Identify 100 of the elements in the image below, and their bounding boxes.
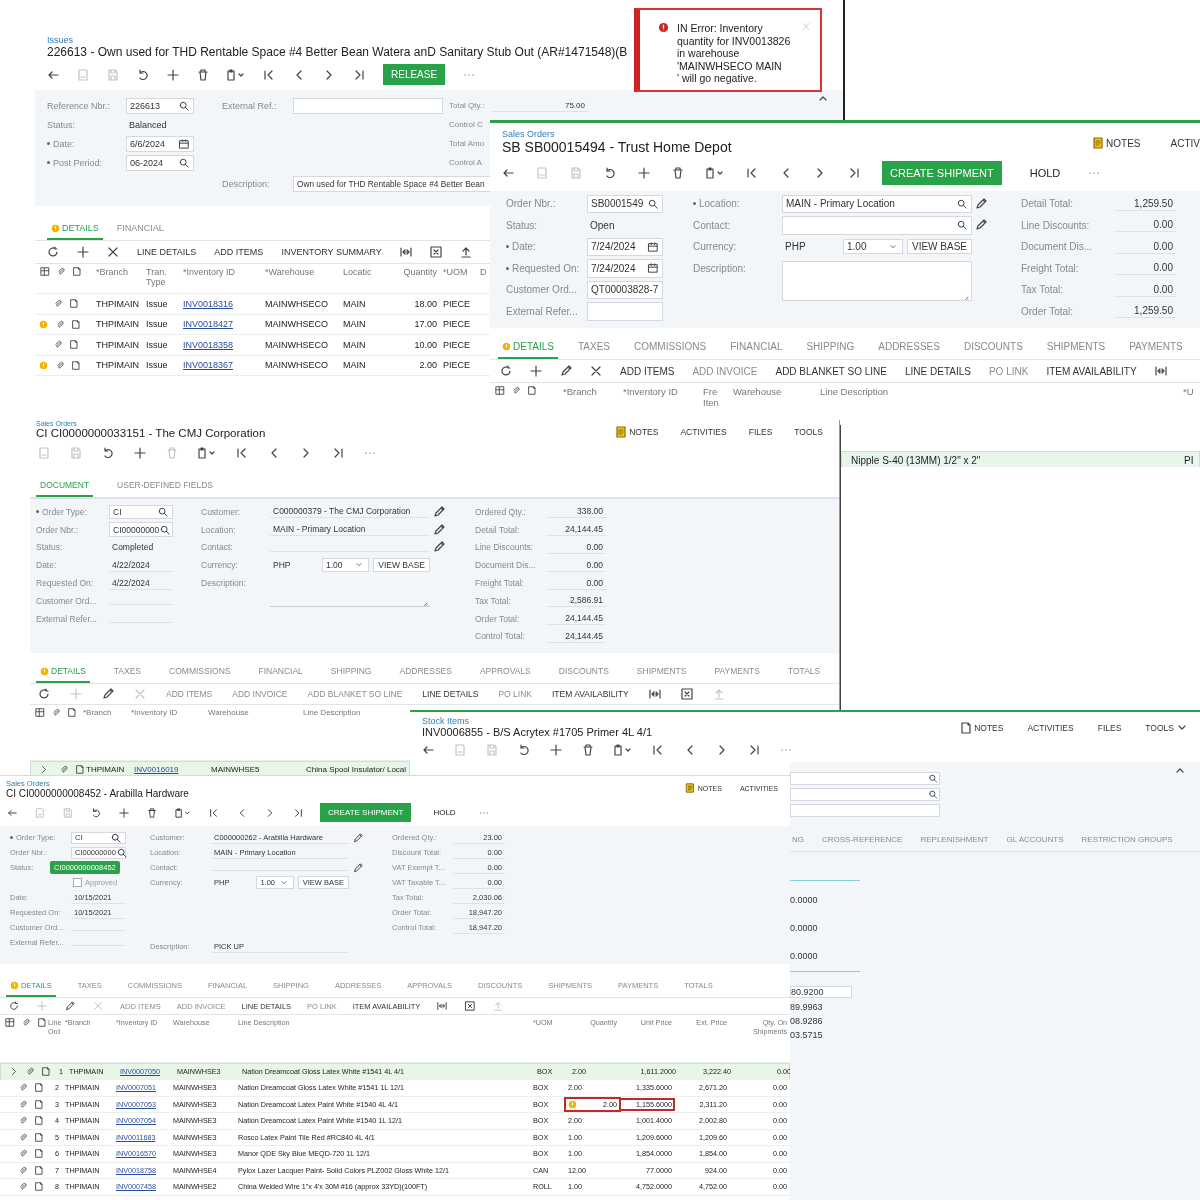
- note-icon[interactable]: [33, 1182, 45, 1192]
- attachment-icon[interactable]: [54, 360, 66, 370]
- search-icon[interactable]: [956, 220, 968, 231]
- breadcrumb-link[interactable]: Stock Items: [422, 716, 653, 726]
- search-icon[interactable]: [956, 198, 968, 209]
- action-button[interactable]: HOLD: [427, 804, 462, 821]
- clipboard-icon[interactable]: [174, 807, 192, 818]
- tab[interactable]: GL ACCOUNTS: [1004, 832, 1066, 851]
- search-icon[interactable]: [110, 832, 122, 843]
- delete-icon[interactable]: [672, 167, 684, 179]
- undo-icon[interactable]: [90, 807, 102, 818]
- lookup-field[interactable]: [782, 216, 972, 235]
- last-record-icon[interactable]: [748, 744, 760, 756]
- table-row[interactable]: THPIMAIN Issue INV0018367 MAINWHSECO MAIN 2.00 PIECE: [35, 355, 490, 376]
- tab[interactable]: FINANCIAL: [726, 338, 787, 359]
- column-header[interactable]: Warehouse: [730, 386, 817, 397]
- tab[interactable]: FINANCIAL: [254, 663, 307, 684]
- lookup-field[interactable]: [790, 788, 940, 801]
- fit-columns-icon[interactable]: [1154, 365, 1167, 377]
- date-field[interactable]: 7/24/2024: [587, 259, 663, 278]
- header-link[interactable]: TOOLS: [1145, 722, 1188, 734]
- search-icon[interactable]: [159, 524, 172, 535]
- tab[interactable]: DETAILS: [47, 220, 103, 240]
- note-icon[interactable]: [33, 1083, 45, 1093]
- note-icon[interactable]: [33, 1149, 45, 1159]
- attachment-icon[interactable]: [52, 340, 64, 350]
- undo-icon[interactable]: [102, 447, 114, 459]
- toolbar-button[interactable]: INVENTORY SUMMARY: [281, 247, 382, 257]
- header-link[interactable]: ACTIVITIES: [680, 427, 727, 437]
- attachment-icon[interactable]: [17, 1116, 29, 1126]
- calendar-icon[interactable]: [647, 263, 659, 274]
- header-link[interactable]: TOOLS: [794, 427, 823, 437]
- date-field[interactable]: 7/24/2024: [587, 237, 663, 256]
- tab[interactable]: TAXES: [109, 663, 146, 684]
- tab[interactable]: SHIPPING: [802, 338, 859, 359]
- tab[interactable]: DISCOUNTS: [959, 338, 1027, 359]
- refresh-icon[interactable]: [500, 365, 512, 377]
- header-link[interactable]: NOTES: [615, 426, 659, 438]
- attachment-icon[interactable]: [17, 1083, 29, 1093]
- tab[interactable]: REPLENISHMENT: [918, 832, 991, 851]
- action-button[interactable]: CREATE SHIPMENT: [882, 161, 1002, 185]
- toolbar-button[interactable]: LINE DETAILS: [905, 365, 971, 377]
- fit-columns-icon[interactable]: [399, 246, 412, 258]
- lookup-field[interactable]: SB0001549: [587, 194, 663, 213]
- toolbar-button[interactable]: ITEM AVAILABILITY: [551, 689, 629, 700]
- view-base-button[interactable]: VIEW BASE: [373, 558, 430, 573]
- back-icon[interactable]: [502, 167, 514, 179]
- clipboard-icon[interactable]: [227, 68, 245, 81]
- attachment-icon[interactable]: [17, 1099, 29, 1109]
- column-header[interactable]: *U: [1180, 386, 1200, 397]
- lookup-field[interactable]: MAIN - Primary Location: [782, 194, 972, 213]
- attachment-icon[interactable]: [24, 1067, 36, 1076]
- header-link[interactable]: NOTES: [1092, 137, 1141, 149]
- input-field[interactable]: Own used for THD Rentable Space #4 Better Bean: [293, 175, 491, 192]
- toolbar-button[interactable]: ADD ITEMS: [620, 365, 675, 377]
- first-record-icon[interactable]: [236, 447, 248, 459]
- tab[interactable]: APPROVALS: [475, 663, 535, 684]
- attachment-icon[interactable]: [52, 299, 64, 309]
- checkbox[interactable]: [73, 878, 82, 887]
- note-icon[interactable]: [33, 1132, 45, 1142]
- add-row-icon[interactable]: [530, 365, 542, 377]
- tab[interactable]: TAXES: [573, 338, 614, 359]
- add-icon[interactable]: [638, 167, 650, 179]
- select-all-icon[interactable]: [39, 267, 51, 276]
- attachment-icon[interactable]: [17, 1182, 29, 1192]
- attachment-icon[interactable]: [17, 1132, 29, 1142]
- delete-icon[interactable]: [582, 744, 594, 756]
- column-header[interactable]: *UOM: [440, 267, 480, 277]
- tab[interactable]: SHIPPING: [326, 663, 376, 684]
- pencil-icon[interactable]: [975, 219, 987, 232]
- last-record-icon[interactable]: [848, 167, 860, 179]
- refresh-icon[interactable]: [8, 1001, 20, 1011]
- header-link[interactable]: ACTIV: [1170, 137, 1200, 149]
- select-all-icon[interactable]: [34, 708, 46, 718]
- last-record-icon[interactable]: [353, 68, 365, 81]
- breadcrumb-link[interactable]: Sales Orders: [502, 129, 732, 139]
- tab[interactable]: PAYMENTS: [1125, 338, 1187, 359]
- search-icon[interactable]: [178, 157, 190, 168]
- tab[interactable]: SHIPMENTS: [1042, 338, 1110, 359]
- first-record-icon[interactable]: [746, 167, 758, 179]
- excel-export-icon[interactable]: [464, 1001, 477, 1011]
- column-header[interactable]: *Branch: [80, 708, 128, 718]
- first-record-icon[interactable]: [263, 68, 275, 81]
- attachment-icon[interactable]: [54, 319, 66, 329]
- column-header[interactable]: Line Description: [817, 386, 1180, 397]
- tab[interactable]: PAYMENTS: [710, 663, 764, 684]
- column-header[interactable]: *Inventory ID: [620, 386, 700, 397]
- pencil-icon[interactable]: [433, 523, 445, 536]
- table-row[interactable]: THPIMAIN Issue INV0018358 MAINWHSECO MAIN 10.00 PIECE: [35, 335, 490, 356]
- upload-icon[interactable]: [459, 246, 472, 258]
- refresh-icon[interactable]: [47, 246, 59, 258]
- inventory-link[interactable]: INV0018316: [183, 298, 234, 309]
- column-header[interactable]: Fre Iten: [700, 386, 730, 408]
- search-icon[interactable]: [647, 198, 659, 209]
- toolbar-button[interactable]: ADD ITEMS: [214, 247, 264, 257]
- tab[interactable]: USER-DEFINED FIELDS: [113, 477, 217, 497]
- attachment-icon[interactable]: [17, 1165, 29, 1175]
- inventory-link[interactable]: INV0016019: [134, 765, 179, 775]
- input-field[interactable]: QT00003828-7: [587, 280, 663, 299]
- fit-columns-icon[interactable]: [436, 1001, 449, 1011]
